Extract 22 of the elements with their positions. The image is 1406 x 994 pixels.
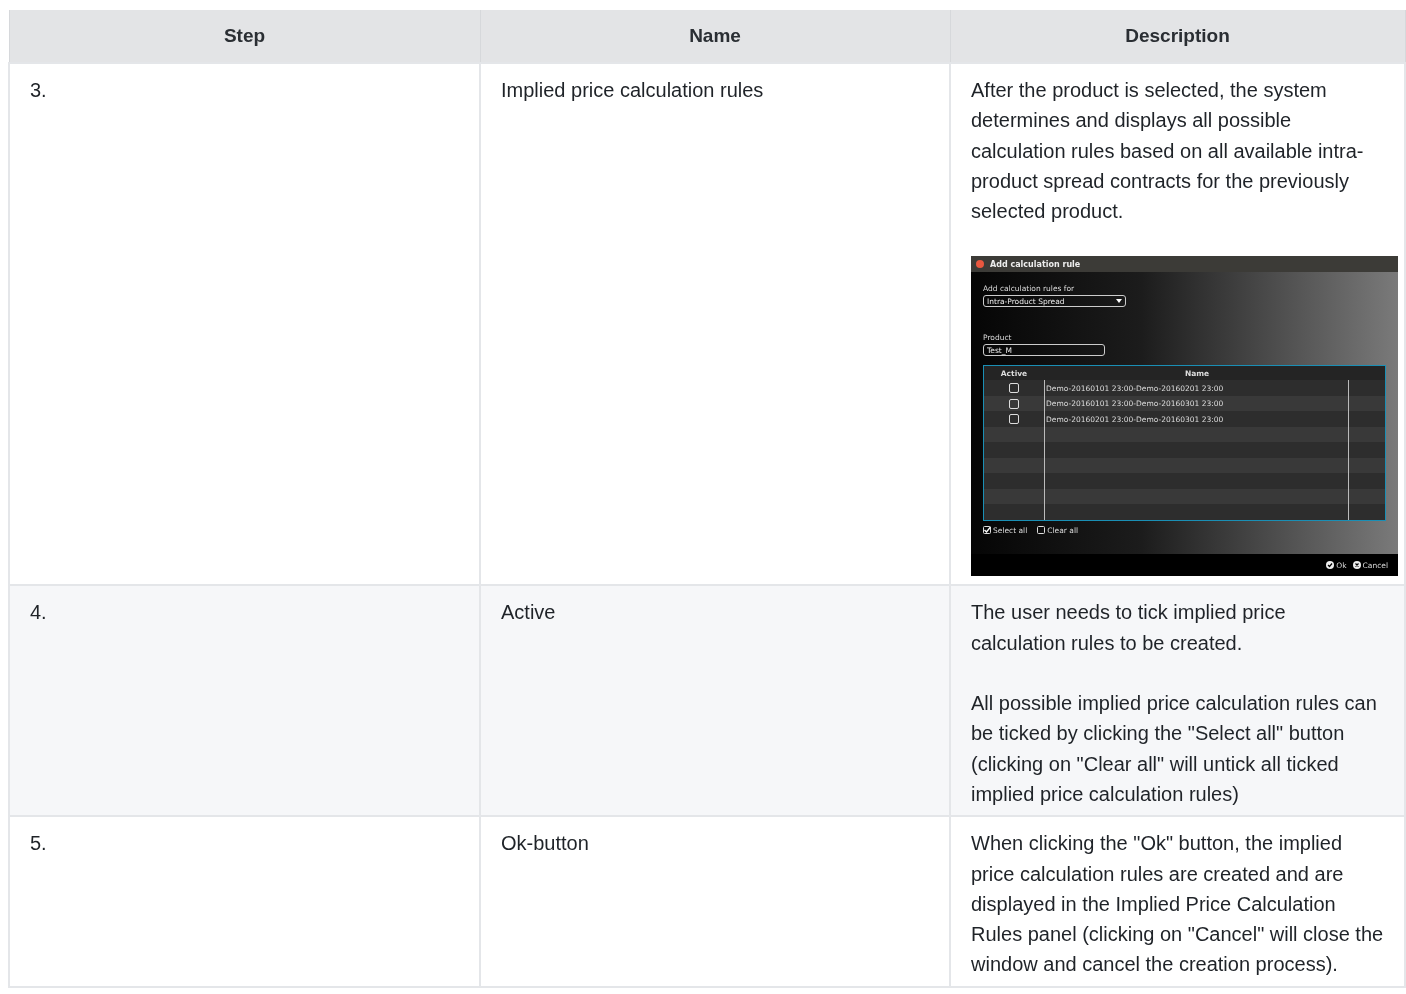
table-cell: 3.	[9, 63, 480, 586]
checkbox[interactable]	[1009, 383, 1019, 394]
column-header: Description	[950, 10, 1405, 63]
table-cell: 4.	[9, 585, 480, 817]
close-icon[interactable]	[976, 260, 984, 269]
column-header: Step	[9, 10, 480, 63]
table-cell: 5.	[9, 816, 480, 987]
table-cell: Active	[480, 585, 950, 817]
checked-box-icon[interactable]	[983, 526, 991, 535]
column-header: Name	[480, 10, 950, 63]
dialog-title: Add calculation rule	[990, 259, 1081, 270]
checkbox[interactable]	[1009, 414, 1019, 425]
description-text: After the product is selected, the system determines and displays all possible calculation rules based on all available intra-product spread contracts for the previously selected product.	[971, 78, 1365, 225]
empty-box-icon[interactable]	[1037, 526, 1046, 535]
check-circle-icon	[1326, 561, 1335, 570]
description-text: The user needs to tick implied price calculation rules to be created.	[971, 600, 1287, 656]
caret-icon	[1116, 299, 1122, 304]
table-cell: Ok-button	[480, 816, 950, 987]
description-text: All possible implied price calculation rules can be ticked by clicking the "Select all" button (clicking on "Clear all" will untick all ticked implied price calculation rules)	[971, 691, 1378, 807]
x-circle-icon	[1352, 561, 1361, 570]
checkbox[interactable]	[1009, 398, 1019, 409]
description-text: When clicking the "Ok" button, the implied price calculation rules are created and are displayed in the Implied Price Calculation Rules panel (clicking on "Cancel" will close the window and cancel the creation process).	[971, 831, 1384, 978]
